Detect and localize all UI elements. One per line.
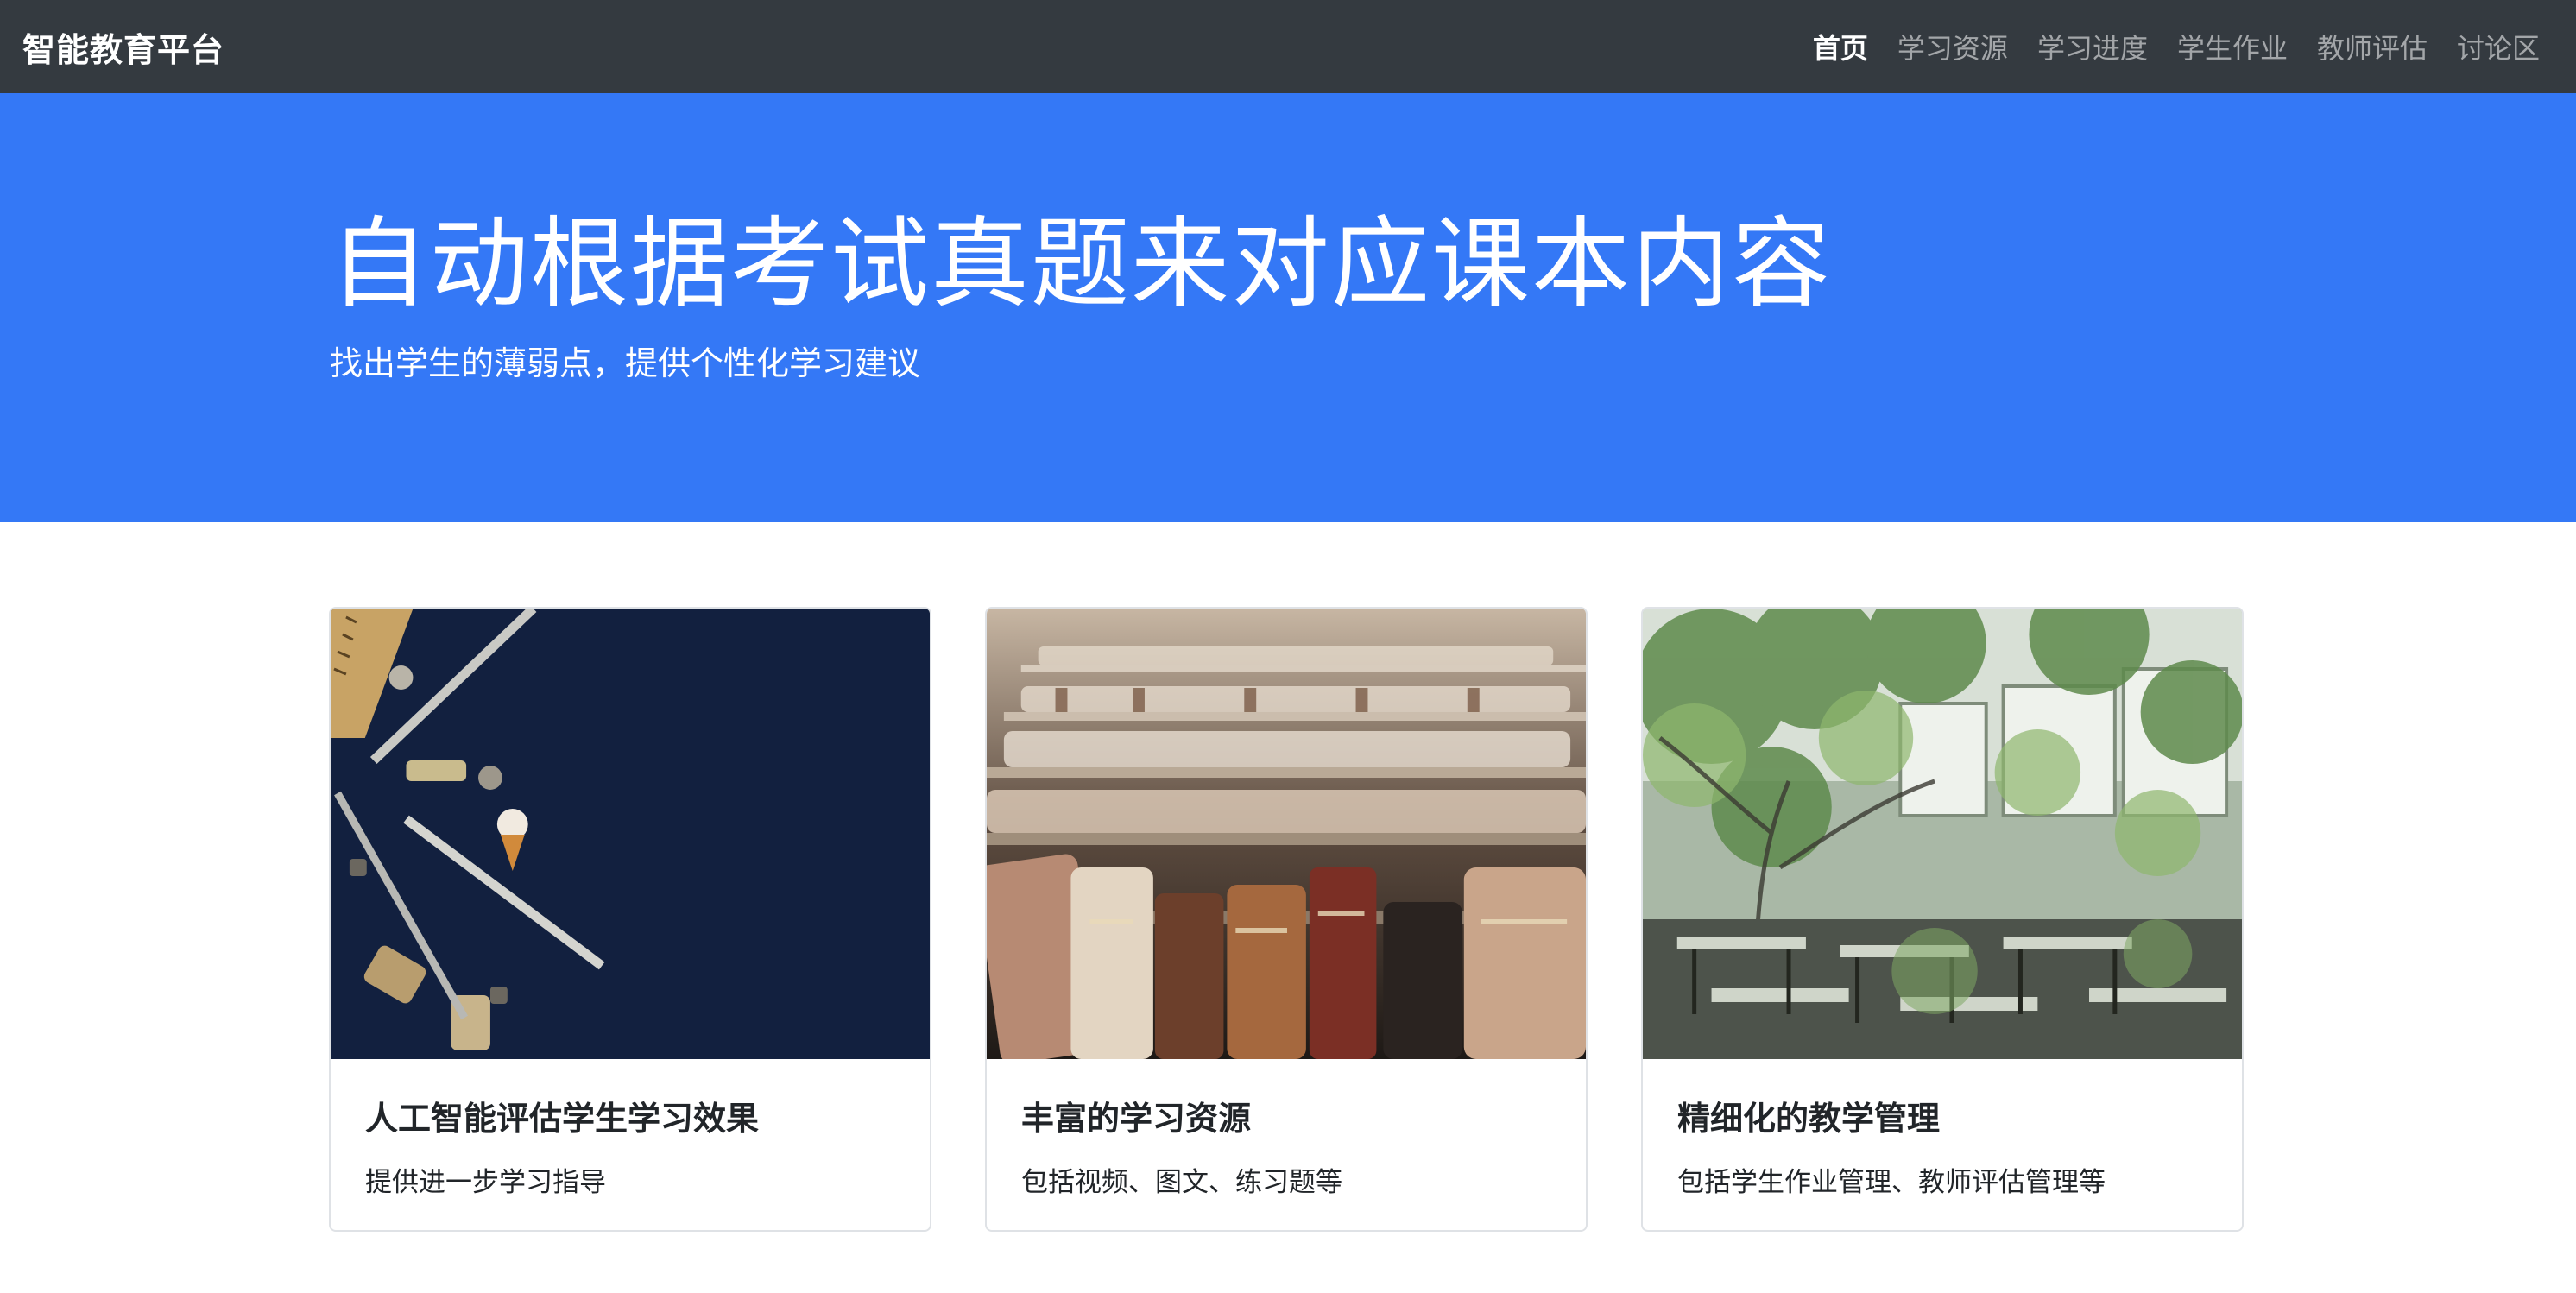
nav-links: 首页 学习资源 学习进度 学生作业 教师评估 讨论区 (1813, 27, 2540, 66)
stationery-on-navy-photo (331, 609, 930, 1059)
card-text: 包括学生作业管理、教师评估管理等 (1677, 1167, 2106, 1198)
card-title: 人工智能评估学生学习效果 (365, 1100, 760, 1138)
top-navbar: 智能教育平台 首页 学习资源 学习进度 学生作业 教师评估 讨论区 (0, 0, 2576, 93)
card-text: 提供进一步学习指导 (365, 1167, 606, 1198)
card-title: 丰富的学习资源 (1021, 1100, 1252, 1138)
hero-banner: 自动根据考试真题来对应课本内容 找出学生的薄弱点，提供个性化学习建议 (0, 93, 2576, 522)
brand-logo-text[interactable]: 智能教育平台 (22, 23, 224, 71)
nav-link-teacher-evaluation[interactable]: 教师评估 (2317, 27, 2428, 66)
nav-link-student-homework[interactable]: 学生作业 (2177, 27, 2288, 66)
old-books-on-shelves-photo (987, 609, 1586, 1059)
nav-link-learning-progress[interactable]: 学习进度 (2037, 27, 2148, 66)
hero-subtitle: 找出学生的薄弱点，提供个性化学习建议 (330, 344, 921, 382)
card-title: 精细化的教学管理 (1677, 1100, 1941, 1138)
feature-card-ai-evaluation[interactable]: 人工智能评估学生学习效果 提供进一步学习指导 (329, 607, 931, 1232)
feature-card-teaching-management[interactable]: 精细化的教学管理 包括学生作业管理、教师评估管理等 (1641, 607, 2244, 1232)
nav-link-home[interactable]: 首页 (1813, 27, 1868, 66)
card-body: 丰富的学习资源 包括视频、图文、练习题等 (987, 1059, 1586, 1230)
card-body: 人工智能评估学生学习效果 提供进一步学习指导 (331, 1059, 930, 1230)
classroom-with-trees-photo (1643, 609, 2242, 1059)
nav-link-discussion[interactable]: 讨论区 (2457, 27, 2540, 66)
card-body: 精细化的教学管理 包括学生作业管理、教师评估管理等 (1643, 1059, 2242, 1230)
hero-title: 自动根据考试真题来对应课本内容 (330, 206, 1833, 321)
feature-cards: 人工智能评估学生学习效果 提供进一步学习指导 丰富的学习资源 包括视频、图文、练… (329, 607, 2247, 1232)
card-text: 包括视频、图文、练习题等 (1021, 1167, 1342, 1198)
nav-link-learning-resources[interactable]: 学习资源 (1897, 27, 2008, 66)
feature-card-learning-resources[interactable]: 丰富的学习资源 包括视频、图文、练习题等 (985, 607, 1588, 1232)
